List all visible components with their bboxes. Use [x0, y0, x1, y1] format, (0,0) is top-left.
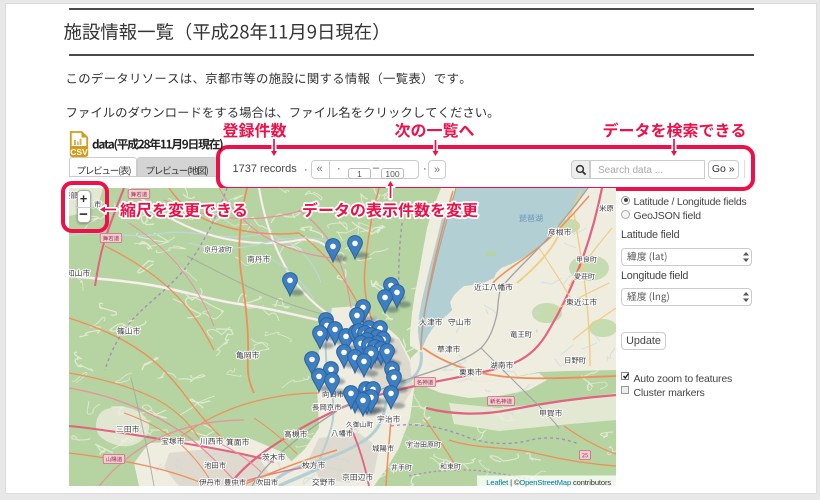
svg-text:CSV: CSV	[70, 147, 88, 157]
